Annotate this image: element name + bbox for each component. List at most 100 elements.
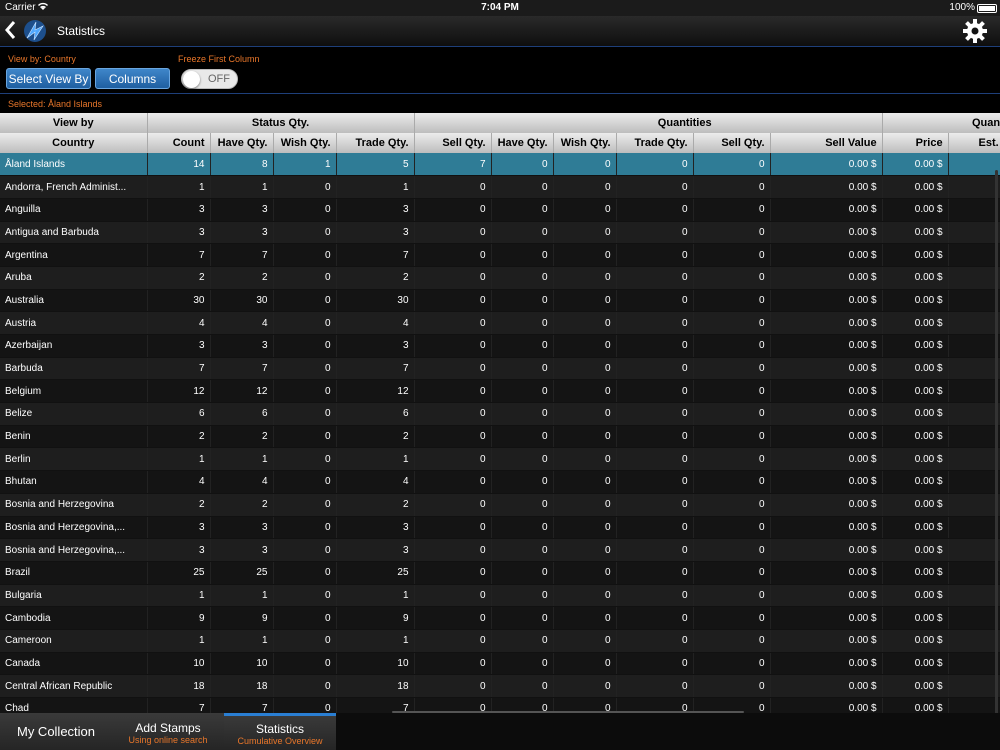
value-cell: 0 [491,289,554,313]
table-row[interactable]: Berlin1101000000.00 $0.00 $0.( [0,447,1000,472]
value-cell: 0 [414,538,492,562]
select-view-by-button[interactable]: Select View By [6,68,91,89]
column-header[interactable]: Have Qty. [210,133,274,153]
value-cell: 0 [553,198,617,222]
tab-statistics[interactable]: Statistics Cumulative Overview [224,713,336,750]
value-cell: 0.( [948,493,1000,517]
value-cell: 0 [414,652,492,676]
value-cell: 0 [414,674,492,698]
column-header[interactable]: Sell Qty. [414,133,492,153]
value-cell: 0.00 $ [770,674,883,698]
table-row[interactable]: Azerbaijan3303000000.00 $0.00 $0.( [0,334,1000,358]
table-row[interactable]: Bhutan4404000000.00 $0.00 $0.( [0,470,1000,494]
column-header[interactable]: Sell Qty. [693,133,771,153]
value-cell: 2 [147,493,211,517]
value-cell: 3 [336,221,415,245]
column-header[interactable]: Count [147,133,211,153]
value-cell: 25 [336,561,415,585]
value-cell: 0 [414,584,492,608]
gear-icon[interactable] [962,18,988,44]
column-header[interactable]: Trade Qty. [336,133,415,153]
table-row[interactable]: Bosnia and Herzegovina,... 3 3 0 3 0 0 0 0 0 0.00 … [0,516,1000,540]
country-cell: Belize [0,402,148,426]
table-row[interactable]: Cambodia9909000000.00 $0.00 $0.( [0,606,1000,630]
value-cell: 0 [491,584,554,608]
value-cell: 0.00 $ [770,243,883,267]
table-row[interactable]: Bosnia and Herzegovina,... 3 3 0 3 0 0 0 0 0 0.00 … [0,538,1000,562]
value-cell: 1 [336,584,415,608]
value-cell: 7 [210,697,274,713]
value-cell: 0.00 $ [882,175,949,199]
value-cell: 10 [210,652,274,676]
value-cell: 0.( [948,674,1000,698]
table-row[interactable]: Australia3030030000000.00 $0.00 $0.( [0,289,1000,313]
table-row[interactable]: Åland Islands14815700000.00 $0.00 $0.( [0,153,1000,177]
table-row[interactable]: Benin2202000000.00 $0.00 $0.( [0,425,1000,449]
value-cell: 0 [616,357,694,381]
tab-add-stamps[interactable]: Add Stamps Using online search [112,713,224,750]
value-cell: 0.00 $ [882,629,949,653]
value-cell: 0.( [948,538,1000,562]
value-cell: 0 [414,516,492,540]
table-row[interactable]: Antigua and Barbuda 3 3 0 3 0 0 0 0 0 0.00 $0.00 $… [0,221,1000,245]
value-cell: 0 [491,674,554,698]
column-header[interactable]: Price [882,133,949,153]
value-cell: 0 [414,561,492,585]
statistics-table[interactable]: View by Status Qty. Quantities Quantitie… [0,113,1000,713]
table-row[interactable]: Aruba2202000000.00 $0.00 $0.( [0,266,1000,290]
table-row[interactable]: Andorra, French Administ... 1 1 0 1 0 0 0 0 0 0.00… [0,175,1000,199]
table-row[interactable]: Belize6606000000.00 $0.00 $0.( [0,402,1000,426]
vertical-scrollbar[interactable] [995,170,998,730]
value-cell: 0 [616,447,694,472]
value-cell: 0 [616,606,694,630]
table-row[interactable]: Barbuda7707000000.00 $0.00 $0.( [0,357,1000,381]
freeze-column-toggle[interactable]: OFF [181,69,238,89]
value-cell: 0.00 $ [882,697,949,713]
value-cell: 1 [336,447,415,472]
value-cell: 0 [273,175,337,199]
column-header[interactable]: Sell Value [770,133,883,153]
value-cell: 0 [693,402,771,426]
column-header[interactable]: Country [0,133,148,153]
value-cell: 0.00 $ [770,153,883,177]
table-row[interactable]: Argentina7707000000.00 $0.00 $0.( [0,243,1000,267]
value-cell: 0 [491,357,554,381]
table-row[interactable]: Bosnia and Herzegovina 2 2 0 2 0 0 0 0 0 0.00 $0.0… [0,493,1000,517]
value-cell: 0 [693,289,771,313]
table-row[interactable]: Austria4404000000.00 $0.00 $0.( [0,311,1000,335]
column-header[interactable]: Trade Qty. [616,133,694,153]
tab-my-collection[interactable]: My Collection [0,713,112,750]
value-cell: 0 [616,629,694,653]
value-cell: 25 [147,561,211,585]
value-cell: 3 [147,538,211,562]
table-row[interactable]: Belgium1212012000000.00 $0.00 $0.( [0,379,1000,404]
table-row[interactable]: Bulgaria1101000000.00 $0.00 $0.( [0,584,1000,608]
value-cell: 0 [273,516,337,540]
value-cell: 0 [693,334,771,358]
column-header[interactable]: Est. Va [948,133,1000,153]
value-cell: 0 [693,153,771,177]
value-cell: 0 [491,402,554,426]
table-row[interactable]: Cameroon1101000000.00 $0.00 $0.( [0,629,1000,653]
value-cell: 30 [210,289,274,313]
table-row[interactable]: Brazil2525025000000.00 $0.00 $0.( [0,561,1000,585]
value-cell: 3 [210,198,274,222]
value-cell: 7 [147,243,211,267]
value-cell: 0.00 $ [882,243,949,267]
value-cell: 0 [616,674,694,698]
columns-button[interactable]: Columns [95,68,170,89]
country-cell: Belgium [0,379,148,404]
value-cell: 0 [553,629,617,653]
value-cell: 0 [693,584,771,608]
value-cell: 0 [273,311,337,335]
table-row[interactable]: Anguilla3303000000.00 $0.00 $0.( [0,198,1000,222]
status-bar: Carrier 7:04 PM 100% [0,0,1000,16]
value-cell: 3 [210,334,274,358]
table-row[interactable]: Central African Republic 18 18 0 18 0 0 0 0 0 0.00… [0,674,1000,698]
table-row[interactable]: Canada1010010000000.00 $0.00 $0.( [0,652,1000,676]
column-header[interactable]: Wish Qty. [273,133,337,153]
value-cell: 3 [336,334,415,358]
column-header[interactable]: Wish Qty. [553,133,617,153]
value-cell: 0 [553,538,617,562]
column-header[interactable]: Have Qty. [491,133,554,153]
